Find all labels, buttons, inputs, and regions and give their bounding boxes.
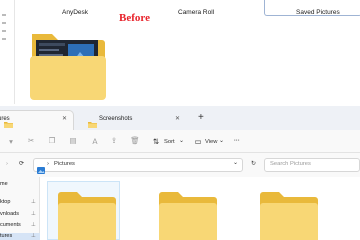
nav-item-pictures[interactable]: tures ⊥: [0, 233, 40, 240]
close-icon[interactable]: ✕: [175, 115, 180, 122]
top-divider: [14, 0, 15, 104]
chevron-down-icon: ⌄: [219, 138, 224, 144]
tab-screenshots[interactable]: [82, 111, 186, 130]
nav-item-desktop[interactable]: ktop ⊥: [0, 199, 40, 209]
chevron-down-icon: ⌄: [179, 138, 184, 144]
copy-icon[interactable]: ❐: [47, 136, 57, 145]
breadcrumb-chevron-icon: ›: [47, 161, 49, 167]
folder-icon[interactable]: [159, 192, 217, 240]
new-icon[interactable]: ▾: [6, 137, 16, 146]
close-icon[interactable]: ✕: [62, 115, 67, 122]
folder-label-camera-roll[interactable]: Camera Roll: [178, 9, 214, 16]
nav-item-downloads[interactable]: vnloads ⊥: [0, 211, 40, 221]
before-annotation: Before: [119, 12, 150, 24]
breadcrumb-pictures[interactable]: Pictures: [54, 161, 75, 167]
paste-icon[interactable]: ▤: [68, 136, 78, 145]
sort-icon[interactable]: ⇅: [151, 137, 161, 146]
screenshots-folder-thumbnail[interactable]: [30, 30, 106, 100]
tab-screenshots-label: Screenshots: [99, 116, 133, 122]
search-placeholder: Search Pictures: [270, 161, 311, 167]
pin-icon: ⊥: [31, 222, 36, 228]
pin-icon: ⊥: [31, 233, 36, 239]
chevron-down-icon[interactable]: ⌄: [233, 160, 238, 166]
folder-icon[interactable]: [260, 192, 318, 240]
cut-icon[interactable]: ✂: [26, 136, 36, 145]
pin-icon: ⊥: [31, 199, 36, 205]
folder-label-saved-pictures[interactable]: Saved Pictures: [296, 9, 340, 16]
rename-icon[interactable]: Ａ: [90, 136, 100, 147]
sort-button[interactable]: Sort: [164, 139, 175, 145]
refresh-icon[interactable]: ⟳: [19, 161, 24, 167]
pin-icon: ⊥: [31, 211, 36, 217]
nav-item-documents[interactable]: cuments ⊥: [0, 222, 40, 232]
view-icon[interactable]: ▭: [193, 137, 203, 146]
delete-icon[interactable]: 🗑: [130, 136, 140, 145]
share-icon[interactable]: ⇪: [109, 136, 119, 145]
folder-icon[interactable]: [58, 192, 116, 240]
view-button[interactable]: View: [205, 139, 217, 145]
tab-pictures-label: ures: [0, 116, 10, 122]
new-tab-button[interactable]: +: [198, 112, 204, 123]
folder-icon: [30, 34, 106, 100]
nav-item-home[interactable]: me: [0, 181, 40, 191]
top-scroll-indicators: [2, 8, 12, 46]
folder-label-anydesk[interactable]: AnyDesk: [62, 9, 88, 16]
forward-icon[interactable]: ›: [6, 161, 8, 167]
refresh-icon[interactable]: ↻: [251, 161, 256, 167]
more-options-button[interactable]: ···: [234, 138, 240, 144]
